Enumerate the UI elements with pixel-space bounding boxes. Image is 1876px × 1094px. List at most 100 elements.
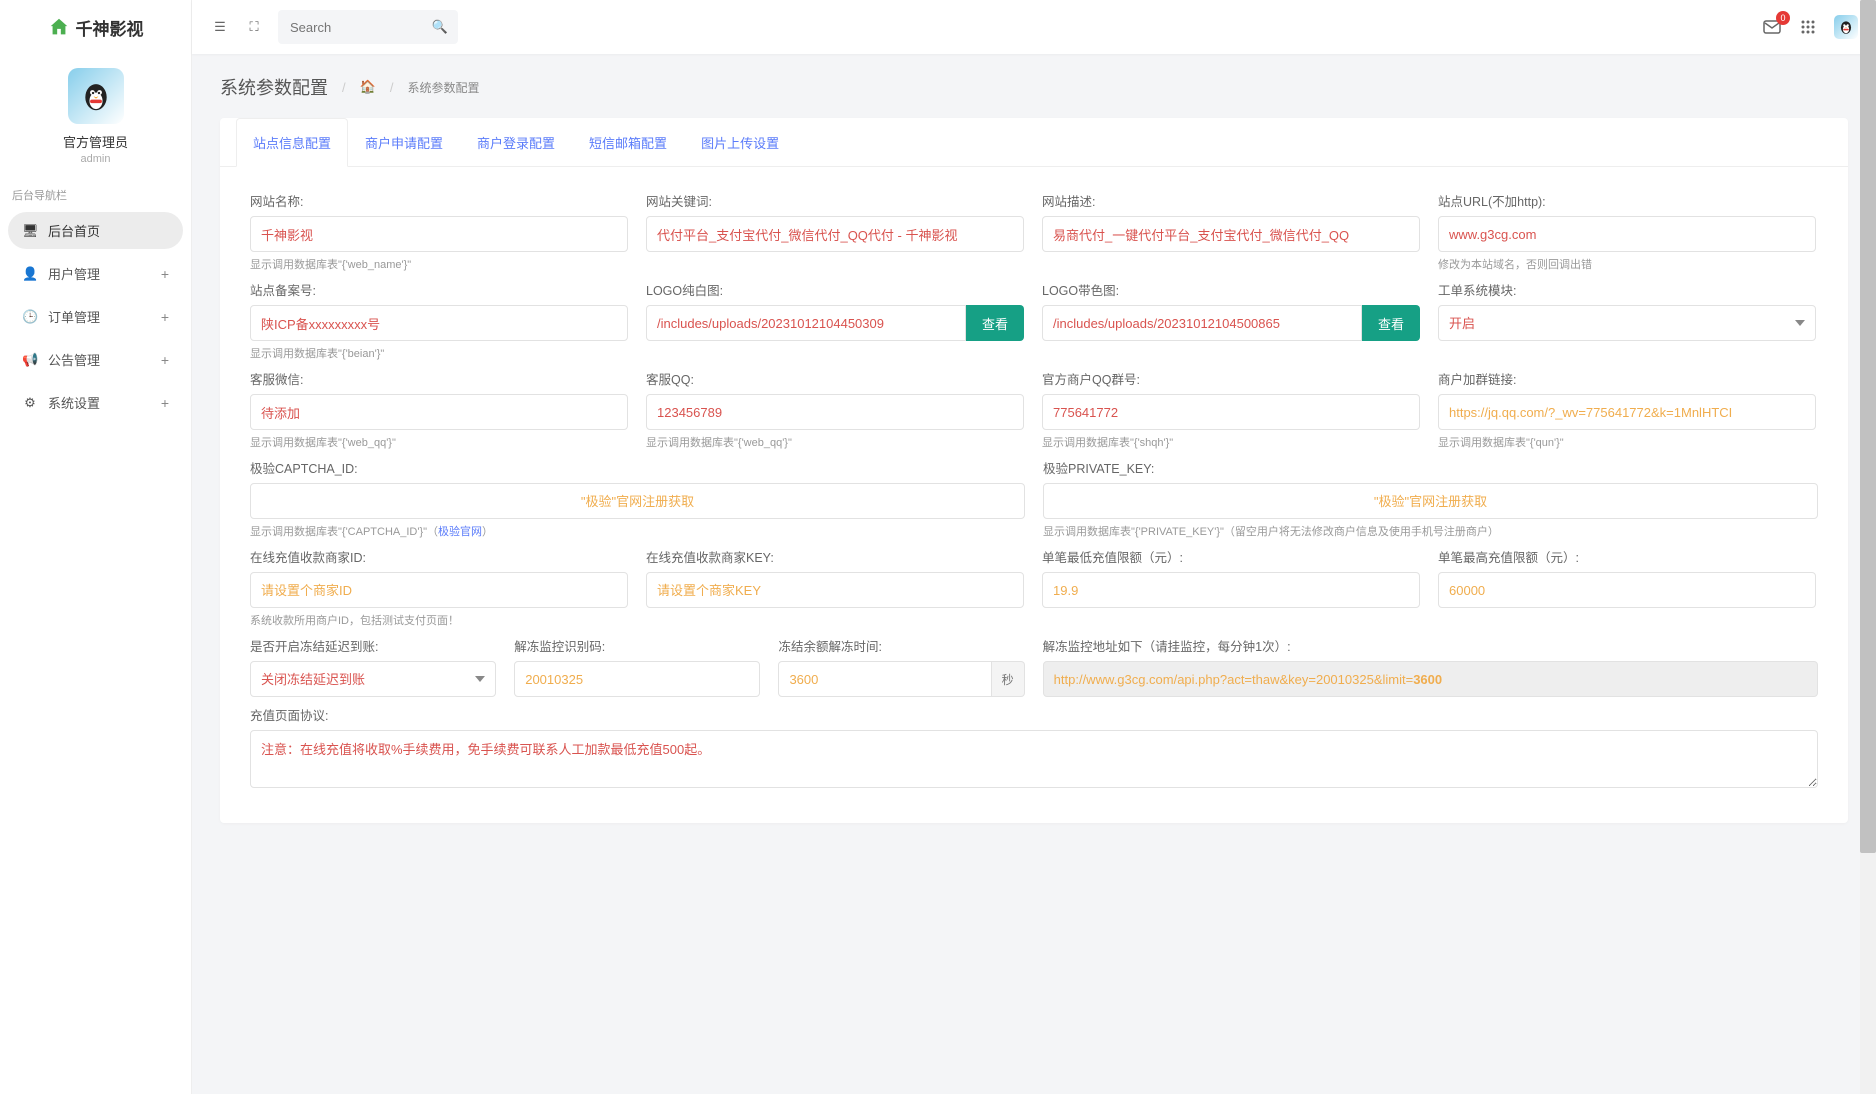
input-logo-white[interactable]	[646, 305, 966, 341]
scrollbar[interactable]	[1860, 0, 1876, 1094]
input-cs-wechat[interactable]	[250, 394, 628, 430]
input-max-recharge[interactable]	[1438, 572, 1816, 608]
apps-icon[interactable]	[1798, 17, 1818, 37]
input-captcha-id[interactable]	[250, 483, 1025, 519]
select-ticket-module[interactable]: 开启	[1438, 305, 1816, 341]
label-site-keywords: 网站关键词:	[646, 191, 1024, 210]
hint-join-link: 显示调用数据库表"{'qun'}"	[1438, 434, 1816, 450]
scrollbar-thumb[interactable]	[1860, 0, 1876, 853]
input-site-name[interactable]	[250, 216, 628, 252]
penguin-icon	[77, 77, 115, 115]
input-beian[interactable]	[250, 305, 628, 341]
label-freeze-toggle: 是否开启冻结延迟到账:	[250, 636, 496, 655]
nav-label: 用户管理	[48, 264, 100, 283]
input-min-recharge[interactable]	[1042, 572, 1420, 608]
geetest-link[interactable]: 极验官网	[438, 526, 482, 538]
profile-name: 官方管理员	[0, 132, 191, 151]
view-logo-white-button[interactable]: 查看	[966, 305, 1024, 341]
brand-name: 千神影视	[76, 15, 144, 40]
form-body: 网站名称: 显示调用数据库表"{'web_name'}" 网站关键词: 网站描述…	[220, 167, 1848, 823]
tabs: 站点信息配置 商户申请配置 商户登录配置 短信邮箱配置 图片上传设置	[220, 118, 1848, 167]
label-recharge-agreement: 充值页面协议:	[250, 705, 1818, 724]
nav-settings[interactable]: ⚙ 系统设置 +	[8, 384, 183, 421]
expand-icon: +	[161, 309, 169, 325]
thaw-url-box: http://www.g3cg.com/api.php?act=thaw&key…	[1043, 661, 1818, 697]
nav-orders[interactable]: 🕒 订单管理 +	[8, 298, 183, 335]
nav-announce[interactable]: 📢 公告管理 +	[8, 341, 183, 378]
page-title: 系统参数配置	[220, 74, 328, 100]
hint-beian: 显示调用数据库表"{'beian'}"	[250, 345, 628, 361]
view-logo-color-button[interactable]: 查看	[1362, 305, 1420, 341]
user-avatar[interactable]	[1834, 15, 1858, 39]
input-merchant-id[interactable]	[250, 572, 628, 608]
textarea-recharge-agreement[interactable]	[250, 730, 1818, 788]
mail-badge: 0	[1776, 11, 1790, 25]
hint-private-key: 显示调用数据库表"{'PRIVATE_KEY'}"（留空用户将无法修改商户信息及…	[1043, 523, 1818, 539]
label-join-link: 商户加群链接:	[1438, 369, 1816, 388]
input-logo-color[interactable]	[1042, 305, 1362, 341]
label-merchant-id: 在线充值收款商家ID:	[250, 547, 628, 566]
label-thaw-url: 解冻监控地址如下（请挂监控，每分钟1次）:	[1043, 636, 1818, 655]
nav-home[interactable]: 🖥 后台首页	[8, 212, 183, 249]
fullscreen-icon[interactable]: ⛶	[244, 17, 264, 37]
tab-site-info[interactable]: 站点信息配置	[236, 118, 348, 167]
input-thaw-time[interactable]	[778, 661, 991, 697]
input-private-key[interactable]	[1043, 483, 1818, 519]
tab-merchant-apply[interactable]: 商户申请配置	[348, 118, 460, 167]
tab-merchant-login[interactable]: 商户登录配置	[460, 118, 572, 167]
nav-users[interactable]: 👤 用户管理 +	[8, 255, 183, 292]
penguin-icon	[1837, 18, 1855, 36]
label-logo-color: LOGO带色图:	[1042, 280, 1420, 299]
nav-label: 系统设置	[48, 393, 100, 412]
label-site-desc: 网站描述:	[1042, 191, 1420, 210]
menu-toggle-icon[interactable]: ☰	[210, 17, 230, 37]
nav-label: 订单管理	[48, 307, 100, 326]
sidebar: 千神影视 官方管理员 admin 后台导航栏 🖥 后台首页 👤 用户管理 + 🕒…	[0, 0, 192, 1094]
input-site-desc[interactable]	[1042, 216, 1420, 252]
input-qq-group[interactable]	[1042, 394, 1420, 430]
input-site-keywords[interactable]	[646, 216, 1024, 252]
settings-card: 站点信息配置 商户申请配置 商户登录配置 短信邮箱配置 图片上传设置 网站名称:…	[220, 118, 1848, 823]
tab-image-upload[interactable]: 图片上传设置	[684, 118, 796, 167]
search-icon[interactable]: 🔍	[432, 19, 448, 35]
expand-icon: +	[161, 352, 169, 368]
input-join-link[interactable]	[1438, 394, 1816, 430]
expand-icon: +	[161, 395, 169, 411]
label-logo-white: LOGO纯白图:	[646, 280, 1024, 299]
crumb-current: 系统参数配置	[407, 79, 479, 96]
label-merchant-key: 在线充值收款商家KEY:	[646, 547, 1024, 566]
hint-site-name: 显示调用数据库表"{'web_name'}"	[250, 256, 628, 272]
label-thaw-code: 解冻监控识别码:	[514, 636, 760, 655]
label-ticket-module: 工单系统模块:	[1438, 280, 1816, 299]
profile-block: 官方管理员 admin	[0, 54, 191, 173]
label-cs-wechat: 客服微信:	[250, 369, 628, 388]
brand-logo[interactable]: 千神影视	[0, 0, 191, 54]
input-merchant-key[interactable]	[646, 572, 1024, 608]
hint-site-url: 修改为本站域名，否则回调出错	[1438, 256, 1816, 272]
nav-header: 后台导航栏	[0, 173, 191, 209]
input-thaw-code[interactable]	[514, 661, 760, 697]
volume-icon: 📢	[22, 352, 38, 368]
home-icon[interactable]: 🏠	[360, 79, 376, 95]
main: ☰ ⛶ 🔍 0 系统参数配置 /	[192, 0, 1876, 1094]
content: 系统参数配置 / 🏠 / 系统参数配置 站点信息配置 商户申请配置 商户登录配置…	[192, 54, 1876, 843]
select-freeze-toggle[interactable]: 关闭冻结延迟到账	[250, 661, 496, 697]
hint-cs-wechat: 显示调用数据库表"{'web_qq'}"	[250, 434, 628, 450]
input-cs-qq[interactable]	[646, 394, 1024, 430]
label-private-key: 极验PRIVATE_KEY:	[1043, 458, 1818, 477]
input-site-url[interactable]	[1438, 216, 1816, 252]
profile-role: admin	[0, 153, 191, 165]
gear-icon: ⚙	[22, 395, 38, 411]
unit-seconds: 秒	[992, 661, 1025, 697]
monitor-icon: 🖥	[22, 223, 38, 239]
topbar: ☰ ⛶ 🔍 0	[192, 0, 1876, 54]
house-icon	[48, 16, 70, 38]
label-thaw-time: 冻结余额解冻时间:	[778, 636, 1024, 655]
avatar[interactable]	[68, 68, 124, 124]
search-wrap: 🔍	[278, 10, 458, 44]
hint-captcha-id: 显示调用数据库表"{'CAPTCHA_ID'}"（极验官网）	[250, 523, 1025, 539]
tab-sms-mail[interactable]: 短信邮箱配置	[572, 118, 684, 167]
label-max-recharge: 单笔最高充值限额（元）:	[1438, 547, 1816, 566]
mail-button[interactable]: 0	[1762, 17, 1782, 37]
label-captcha-id: 极验CAPTCHA_ID:	[250, 458, 1025, 477]
